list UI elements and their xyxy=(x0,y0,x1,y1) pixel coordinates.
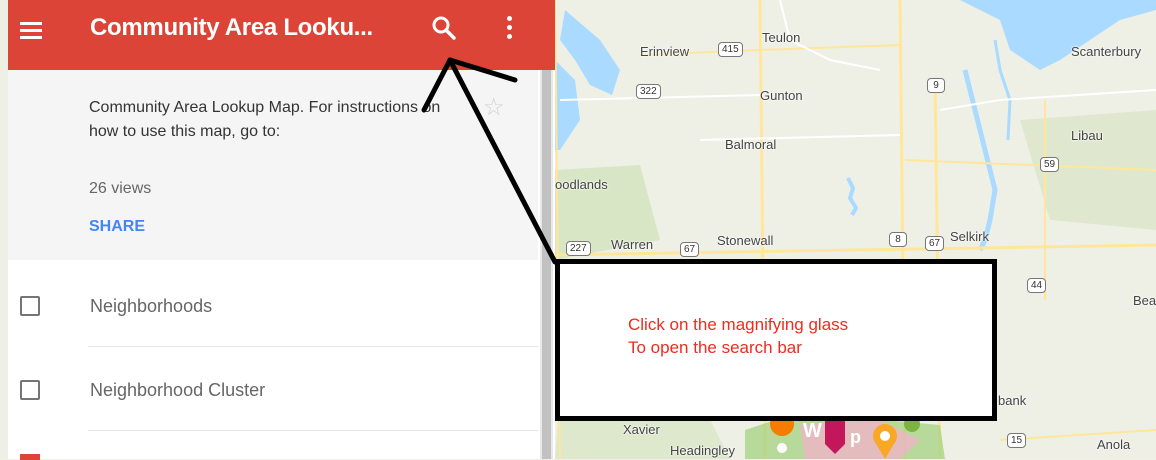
layer-checkbox[interactable] xyxy=(20,296,40,316)
map-info-section: Community Area Lookup Map. For instructi… xyxy=(8,70,538,260)
place-label: Scanterbury xyxy=(1071,44,1142,59)
page-title: Community Area Looku... xyxy=(90,14,373,41)
view-count: 26 views xyxy=(89,180,152,197)
layer-label: Neighborhood Cluster xyxy=(90,380,266,400)
road-shield: 59 xyxy=(1040,157,1060,172)
road-shield: 67 xyxy=(680,242,700,257)
layer-item-neighborhood-cluster[interactable]: Neighborhood Cluster xyxy=(8,346,538,430)
place-label: Erinview xyxy=(640,44,690,59)
search-icon[interactable] xyxy=(430,14,458,42)
map-side-panel: Community Area Looku... Community Area L… xyxy=(8,0,555,460)
road-shield: 322 xyxy=(636,84,661,99)
road-shield: 44 xyxy=(1027,278,1047,293)
share-button[interactable]: SHARE xyxy=(89,218,145,236)
road-shield: 227 xyxy=(566,241,591,256)
road-shield: 8 xyxy=(889,232,907,247)
place-label: Xavier xyxy=(623,422,660,437)
road-shield: 67 xyxy=(925,236,945,251)
layer-label: Neighborhoods xyxy=(90,296,213,316)
map-description: Community Area Lookup Map. For instructi… xyxy=(89,99,441,140)
magenta-pin-icon[interactable] xyxy=(825,420,845,454)
place-label: Teulon xyxy=(762,30,801,45)
road-shield: 9 xyxy=(927,78,945,93)
divider xyxy=(88,430,538,431)
place-label: Anola xyxy=(1097,437,1131,452)
layer-checkbox-partial[interactable] xyxy=(20,454,40,460)
instruction-text: Click on the magnifying glass To open th… xyxy=(628,315,849,357)
place-label: Bea xyxy=(1133,293,1156,308)
layer-item-neighborhoods[interactable]: Neighborhoods xyxy=(8,262,538,346)
place-label: Warren xyxy=(611,237,654,252)
map-pin-glyph: p xyxy=(850,427,861,447)
scrollbar-thumb[interactable] xyxy=(542,70,551,459)
hamburger-menu-icon[interactable] xyxy=(20,22,42,40)
place-label: Stonewall xyxy=(717,233,774,248)
place-label: Libau xyxy=(1071,128,1103,143)
layer-checkbox[interactable] xyxy=(20,380,40,400)
place-label: bank xyxy=(998,393,1027,408)
instruction-callout-box: Click on the magnifying glass To open th… xyxy=(555,259,997,421)
place-label: Balmoral xyxy=(725,137,777,152)
map-pin-glyph: W xyxy=(803,420,822,442)
road-shield: 15 xyxy=(1007,433,1027,448)
place-label: Selkirk xyxy=(950,229,990,244)
app-header: Community Area Looku... xyxy=(8,0,555,70)
place-label: oodlands xyxy=(555,177,608,192)
road-shield: 415 xyxy=(718,42,743,57)
yellow-pin-icon[interactable] xyxy=(873,424,897,459)
place-label: Gunton xyxy=(760,88,803,103)
more-options-icon[interactable] xyxy=(506,16,514,42)
star-icon[interactable]: ☆ xyxy=(483,96,505,120)
panel-scrollbar[interactable] xyxy=(540,70,553,459)
place-label: Headingley xyxy=(670,443,736,458)
